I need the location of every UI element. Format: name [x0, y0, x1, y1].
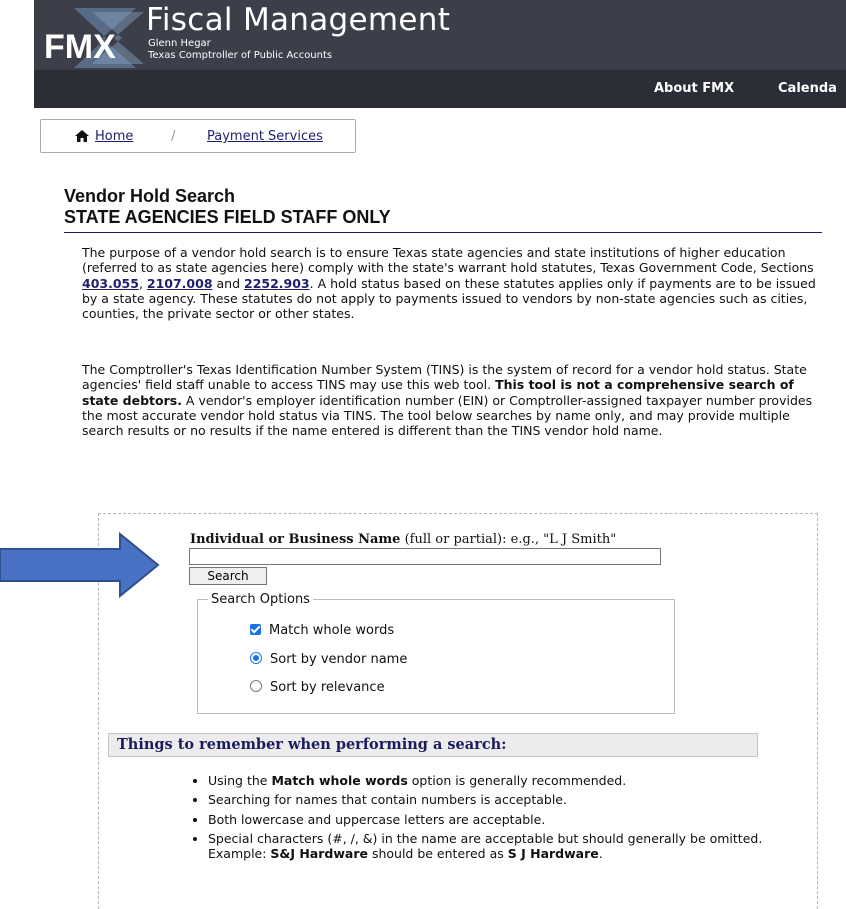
name-search-input[interactable] [189, 548, 661, 565]
home-icon[interactable] [75, 130, 89, 142]
page-title-line1: Vendor Hold Search [64, 186, 236, 206]
tip-bold: S&J Hardware [270, 846, 368, 862]
breadcrumb-payment-services-link[interactable]: Payment Services [207, 129, 323, 144]
top-nav: About FMX Calenda [34, 70, 846, 108]
list-item: Using the Match whole words option is ge… [208, 773, 768, 788]
tip-text: Example: [208, 846, 271, 862]
fmx-logo[interactable]: FMX [40, 8, 148, 68]
search-button[interactable]: Search [189, 567, 267, 585]
intro-text: , [138, 275, 147, 291]
statute-2252-903-link[interactable]: 2252.903 [244, 276, 310, 291]
intro-text: The purpose of a vendor hold search is t… [82, 245, 814, 276]
comptroller-role: Texas Comptroller of Public Accounts [148, 50, 333, 61]
list-item: Both lowercase and uppercase letters are… [208, 812, 768, 827]
list-item: Searching for names that contain numbers… [208, 792, 768, 807]
search-options-legend: Search Options [208, 592, 313, 607]
breadcrumb-home-link[interactable]: Home [95, 129, 133, 144]
option-label: Match whole words [269, 623, 395, 638]
intro-paragraph-tins: The Comptroller's Texas Identification N… [82, 362, 822, 438]
option-sort-by-vendor-name[interactable]: Sort by vendor name [250, 652, 407, 667]
tip-text: . [598, 846, 603, 862]
brand-bar: FMX Fiscal Management Glenn Hegar Texas … [34, 0, 846, 70]
title-divider [64, 232, 822, 233]
name-field-label-hint: (full or partial): e.g., "L J Smith" [400, 532, 617, 547]
radio-selected-icon[interactable] [250, 652, 262, 664]
comptroller-name: Glenn Hegar [148, 38, 211, 49]
list-item: Special characters (#, /, &) in the name… [208, 831, 768, 862]
page-title: Vendor Hold Search STATE AGENCIES FIELD … [64, 186, 391, 227]
option-label: Sort by relevance [270, 680, 385, 695]
tips-title: Things to remember when performing a sea… [117, 736, 507, 753]
page-title-line2: STATE AGENCIES FIELD STAFF ONLY [64, 207, 391, 227]
tip-text: Special characters (#, /, &) in the name… [208, 830, 763, 846]
nav-calendar[interactable]: Calenda [778, 81, 837, 96]
tip-text: option is generally recommended. [407, 773, 627, 788]
option-label: Sort by vendor name [270, 652, 408, 667]
option-match-whole-words[interactable]: Match whole words [250, 623, 394, 638]
breadcrumb-separator: / [171, 129, 176, 144]
statute-2107-008-link[interactable]: 2107.008 [147, 276, 213, 291]
nav-about-fmx[interactable]: About FMX [654, 81, 734, 96]
logo-text: FMX [44, 28, 116, 66]
arrow-right-icon [0, 532, 160, 598]
site-title[interactable]: Fiscal Management [146, 2, 450, 38]
site-header: FMX Fiscal Management Glenn Hegar Texas … [34, 0, 846, 108]
breadcrumb: Home / Payment Services [40, 119, 356, 153]
radio-unselected-icon[interactable] [250, 680, 262, 692]
tips-list: Using the Match whole words option is ge… [190, 773, 768, 865]
tip-text: Using the [208, 773, 272, 788]
checkbox-checked-icon[interactable] [250, 624, 261, 635]
intro-paragraph-purpose: The purpose of a vendor hold search is t… [82, 245, 822, 321]
intro-text: and [212, 275, 244, 291]
tips-header-bar: Things to remember when performing a sea… [108, 733, 758, 757]
name-field-label: Individual or Business Name (full or par… [190, 532, 616, 547]
tip-text: should be entered as [367, 846, 508, 862]
tip-bold: S J Hardware [507, 846, 599, 862]
intro-text: A vendor's employer identification numbe… [82, 392, 813, 439]
statute-403-055-link[interactable]: 403.055 [82, 276, 139, 291]
tip-bold: Match whole words [271, 773, 408, 788]
name-field-label-bold: Individual or Business Name [190, 532, 401, 547]
option-sort-by-relevance[interactable]: Sort by relevance [250, 680, 385, 695]
